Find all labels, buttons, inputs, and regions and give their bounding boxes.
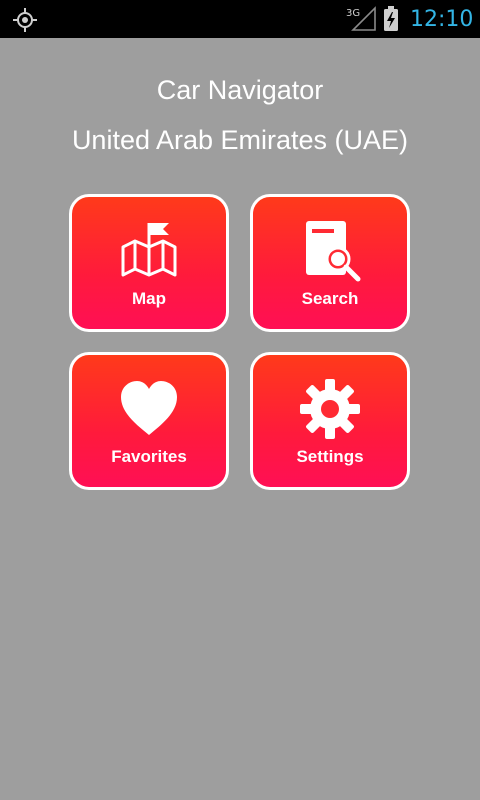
search-button[interactable]: Search (250, 194, 410, 332)
signal-icon: 3G (346, 6, 376, 31)
search-label: Search (301, 289, 359, 308)
gps-icon (13, 8, 37, 32)
map-flag-icon (121, 223, 177, 277)
gear-icon (300, 379, 360, 439)
network-type-label: 3G (346, 8, 360, 19)
map-button[interactable]: Map (69, 194, 229, 332)
favorites-button[interactable]: Favorites (69, 352, 229, 490)
battery-charging-icon (384, 6, 398, 31)
map-label: Map (132, 289, 166, 308)
app-title: Car Navigator (156, 75, 324, 105)
favorites-label: Favorites (111, 447, 187, 466)
search-book-icon (306, 221, 361, 282)
heart-icon (121, 381, 177, 435)
country-subtitle: United Arab Emirates (UAE) (71, 125, 409, 155)
clock: 12:10 (410, 7, 474, 32)
settings-button[interactable]: Settings (250, 352, 410, 490)
settings-label: Settings (296, 447, 364, 466)
status-bar: 3G 12:10 (0, 0, 480, 38)
